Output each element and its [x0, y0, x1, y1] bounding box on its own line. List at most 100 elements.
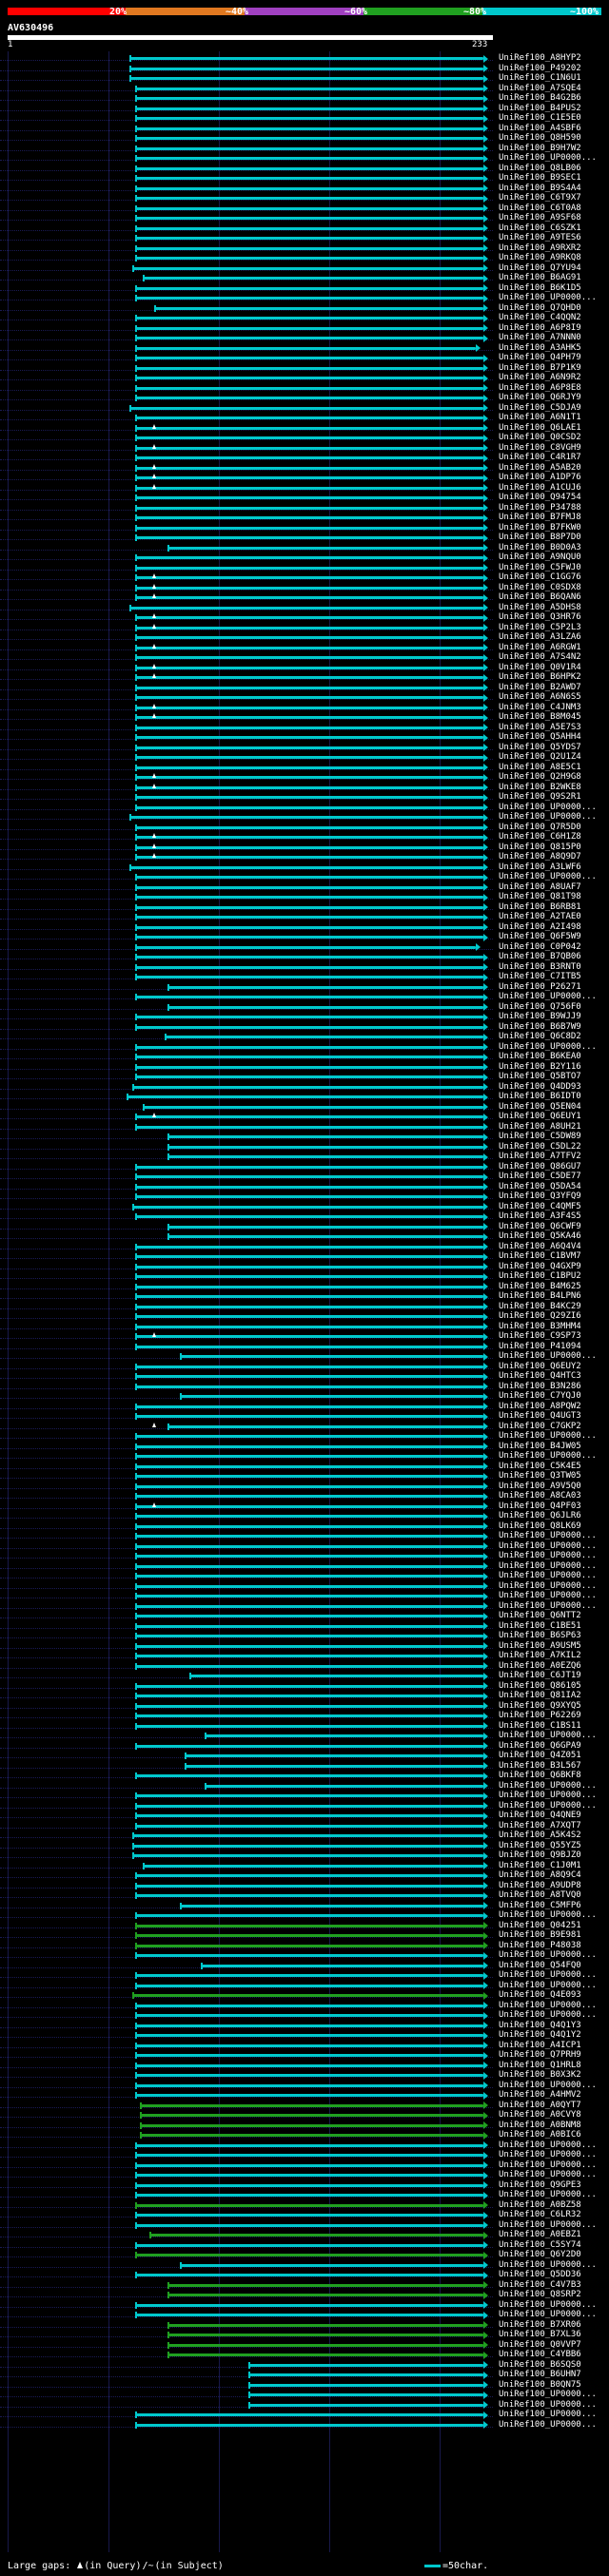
- hit-bar[interactable]: [135, 2254, 483, 2256]
- hit-label[interactable]: UniRef100_Q5DD36: [499, 2271, 581, 2279]
- hit-label[interactable]: UniRef100_C5MFP6: [499, 1901, 581, 1910]
- hit-label[interactable]: UniRef100_A9RXR2: [499, 243, 581, 253]
- hit-label[interactable]: UniRef100_Q5BTO7: [499, 1073, 581, 1081]
- hit-bar[interactable]: [135, 736, 483, 739]
- hit-bar[interactable]: [135, 97, 483, 100]
- hit-label[interactable]: UniRef100_C1BE51: [499, 1621, 581, 1631]
- hit-label[interactable]: UniRef100_A6N9R2: [499, 374, 581, 382]
- hit-bar[interactable]: [135, 785, 483, 789]
- hit-label[interactable]: UniRef100_Q6EUY1: [499, 1113, 581, 1121]
- hit-bar[interactable]: [135, 107, 483, 110]
- hit-label[interactable]: UniRef100_Q7QHD0: [499, 303, 581, 313]
- hit-label[interactable]: UniRef100_B8P7D0: [499, 533, 581, 542]
- hit-bar[interactable]: [135, 386, 483, 390]
- hit-label[interactable]: UniRef100_C6T9X7: [499, 194, 581, 203]
- hit-bar[interactable]: [188, 1675, 483, 1677]
- hit-bar[interactable]: [135, 1644, 483, 1648]
- hit-bar[interactable]: [135, 936, 483, 939]
- hit-bar[interactable]: [135, 2194, 483, 2197]
- hit-bar[interactable]: [248, 2393, 483, 2396]
- hit-bar[interactable]: [135, 456, 483, 459]
- hit-label[interactable]: UniRef100_A5DHS8: [499, 603, 581, 612]
- hit-label[interactable]: UniRef100_Q8LK69: [499, 1521, 581, 1531]
- hit-bar[interactable]: [135, 317, 483, 320]
- hit-bar[interactable]: [135, 2083, 483, 2087]
- hit-bar[interactable]: [135, 896, 483, 899]
- hit-label[interactable]: UniRef100_Q4Z051: [499, 1752, 581, 1760]
- hit-bar[interactable]: [135, 446, 483, 450]
- hit-label[interactable]: UniRef100_B6SQS0: [499, 2360, 581, 2370]
- hit-bar[interactable]: [167, 546, 483, 550]
- hit-bar[interactable]: [135, 1125, 483, 1129]
- hit-label[interactable]: UniRef100_UP0000...: [499, 2300, 597, 2310]
- hit-label[interactable]: UniRef100_B6UHN7: [499, 2371, 581, 2379]
- hit-bar[interactable]: [135, 1195, 483, 1198]
- hit-bar[interactable]: [129, 406, 483, 410]
- hit-bar[interactable]: [167, 2283, 483, 2287]
- hit-bar[interactable]: [135, 2243, 483, 2247]
- hit-bar[interactable]: [126, 1095, 483, 1098]
- hit-bar[interactable]: [135, 1365, 483, 1368]
- hit-label[interactable]: UniRef100_A0EBZ1: [499, 2231, 581, 2239]
- hit-bar[interactable]: [135, 1285, 483, 1288]
- hit-label[interactable]: UniRef100_B3L567: [499, 1761, 581, 1771]
- hit-bar[interactable]: [135, 916, 483, 919]
- hit-label[interactable]: UniRef100_UP0000...: [499, 1541, 597, 1551]
- hit-bar[interactable]: [167, 1135, 483, 1138]
- hit-bar[interactable]: [135, 776, 483, 779]
- hit-bar[interactable]: [135, 226, 483, 230]
- hit-bar[interactable]: [135, 1724, 483, 1728]
- hit-label[interactable]: UniRef100_C5DL22: [499, 1142, 581, 1152]
- hit-label[interactable]: UniRef100_UP0000...: [499, 2151, 597, 2160]
- hit-label[interactable]: UniRef100_Q4PF03: [499, 1501, 581, 1511]
- hit-bar[interactable]: [135, 925, 483, 929]
- hit-bar[interactable]: [135, 1444, 483, 1448]
- hit-bar[interactable]: [135, 756, 483, 759]
- hit-bar[interactable]: [135, 1635, 483, 1637]
- hit-label[interactable]: UniRef100_A2TAE0: [499, 913, 581, 921]
- hit-bar[interactable]: [132, 1205, 483, 1209]
- hit-label[interactable]: UniRef100_C1J0M1: [499, 1861, 581, 1870]
- hit-label[interactable]: UniRef100_UP0000...: [499, 2260, 597, 2270]
- hit-label[interactable]: UniRef100_A8PQW2: [499, 1402, 581, 1411]
- hit-label[interactable]: UniRef100_C4QMF5: [499, 1202, 581, 1211]
- hit-label[interactable]: UniRef100_Q0CSD2: [499, 434, 581, 442]
- hit-bar[interactable]: [135, 845, 483, 849]
- hit-bar[interactable]: [135, 1934, 483, 1937]
- hit-label[interactable]: UniRef100_A9SF68: [499, 214, 581, 223]
- hit-label[interactable]: UniRef100_C1BVM7: [499, 1252, 581, 1261]
- hit-label[interactable]: UniRef100_A0CVY8: [499, 2111, 581, 2120]
- hit-label[interactable]: UniRef100_Q5DA54: [499, 1182, 581, 1191]
- hit-label[interactable]: UniRef100_Q6GPA9: [499, 1741, 581, 1751]
- hit-label[interactable]: UniRef100_A7TFV2: [499, 1152, 581, 1161]
- hit-bar[interactable]: [135, 716, 483, 719]
- hit-label[interactable]: UniRef100_Q2U1Z4: [499, 753, 581, 762]
- hit-bar[interactable]: [140, 2114, 483, 2117]
- hit-bar[interactable]: [135, 765, 483, 769]
- hit-bar[interactable]: [135, 1974, 483, 1977]
- hit-label[interactable]: UniRef100_A1DP76: [499, 474, 581, 482]
- hit-label[interactable]: UniRef100_A0BNM8: [499, 2121, 581, 2130]
- hit-label[interactable]: UniRef100_Q7R5D0: [499, 823, 581, 832]
- hit-label[interactable]: UniRef100_C0P042: [499, 942, 581, 952]
- hit-bar[interactable]: [135, 166, 483, 170]
- hit-bar[interactable]: [135, 2074, 483, 2077]
- hit-label[interactable]: UniRef100_Q3YFQ9: [499, 1192, 581, 1201]
- hit-bar[interactable]: [135, 2043, 483, 2047]
- hit-bar[interactable]: [135, 206, 483, 210]
- hit-label[interactable]: UniRef100_Q7PRH9: [499, 2051, 581, 2060]
- hit-label[interactable]: UniRef100_P26271: [499, 982, 581, 992]
- hit-label[interactable]: UniRef100_A7NNN0: [499, 334, 581, 342]
- hit-label[interactable]: UniRef100_Q5KA46: [499, 1232, 581, 1241]
- hit-bar[interactable]: [179, 1355, 483, 1358]
- hit-bar[interactable]: [135, 1924, 483, 1927]
- hit-bar[interactable]: [135, 666, 483, 669]
- hit-label[interactable]: UniRef100_Q6C8D2: [499, 1033, 581, 1041]
- hit-label[interactable]: UniRef100_C1BPU2: [499, 1272, 581, 1281]
- hit-label[interactable]: UniRef100_A8UAF7: [499, 882, 581, 892]
- hit-bar[interactable]: [135, 2423, 483, 2427]
- hit-label[interactable]: UniRef100_C6H1Z8: [499, 833, 581, 842]
- hit-bar[interactable]: [135, 1325, 483, 1328]
- hit-label[interactable]: UniRef100_Q2H9G8: [499, 773, 581, 782]
- hit-label[interactable]: UniRef100_C5P2L3: [499, 623, 581, 632]
